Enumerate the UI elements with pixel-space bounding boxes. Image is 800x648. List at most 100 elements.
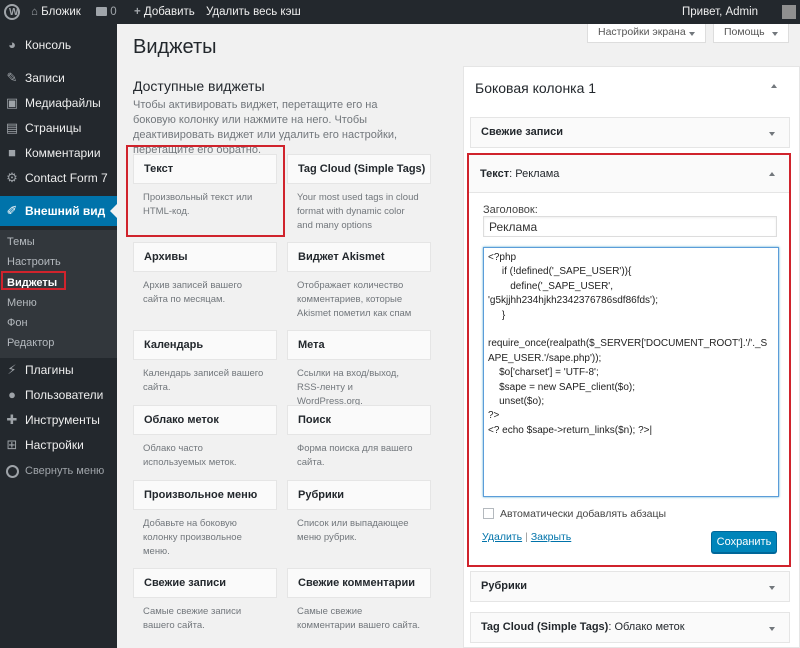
widget-title: Поиск xyxy=(287,405,431,435)
menu-item-users[interactable]: ● Пользователи xyxy=(0,382,117,408)
widget-search[interactable]: Поиск Форма поиска для вашего сайта. xyxy=(287,405,431,470)
media-icon: ▣ xyxy=(5,95,19,110)
widget-calendar[interactable]: Календарь Календарь записей вашего сайта… xyxy=(133,330,277,395)
open-widget-header[interactable]: Текст: Реклама xyxy=(469,155,789,193)
help-button[interactable]: Помощь xyxy=(713,24,789,43)
title-field-label: Заголовок: xyxy=(483,204,538,216)
menu-item-pages[interactable]: ▤ Страницы xyxy=(0,115,117,141)
widget-title: Виджет Akismet xyxy=(287,242,431,272)
widget-control-links: Удалить | Закрыть xyxy=(482,531,571,543)
collapse-menu-button[interactable]: Свернуть меню xyxy=(0,458,117,484)
user-icon: ● xyxy=(8,387,16,402)
sidebar-widget-tag-cloud[interactable]: Tag Cloud (Simple Tags): Облако меток xyxy=(470,612,790,643)
add-new-label: Добавить xyxy=(143,6,195,18)
admin-bar: W ⌂ Бложик 0 + Добавить Удалить весь кэш… xyxy=(0,0,800,24)
widget-description: Ссылки на вход/выход, RSS-ленту и WordPr… xyxy=(297,368,399,407)
widget-custom-menu[interactable]: Произвольное меню Добавьте на боковую ко… xyxy=(133,480,277,559)
submenu-item-menus[interactable]: Меню xyxy=(7,293,37,313)
widget-tag-cloud[interactable]: Облако меток Облако часто используемых м… xyxy=(133,405,277,470)
widget-tag-cloud-simple-tags[interactable]: Tag Cloud (Simple Tags) Your most used t… xyxy=(287,154,431,233)
screen-options-label: Настройки экрана xyxy=(598,26,686,38)
purge-cache-link[interactable]: Удалить весь кэш xyxy=(206,0,301,24)
chevron-down-icon[interactable] xyxy=(769,132,775,136)
widget-description: Форма поиска для вашего сайта. xyxy=(297,443,413,468)
close-link[interactable]: Закрыть xyxy=(531,531,571,543)
menu-label: Инструменты xyxy=(25,413,100,427)
widget-instance-title: : Реклама xyxy=(509,168,560,180)
site-name: Бложик xyxy=(41,6,81,18)
comments-link[interactable]: 0 xyxy=(96,0,117,24)
site-name-link[interactable]: ⌂ Бложик xyxy=(31,0,81,24)
comments-icon: ■ xyxy=(8,145,16,160)
save-button[interactable]: Сохранить xyxy=(711,531,777,553)
menu-label: Настройки xyxy=(25,438,84,452)
widget-archives[interactable]: Архивы Архив записей вашего сайта по мес… xyxy=(133,242,277,307)
chevron-down-icon[interactable] xyxy=(769,586,775,590)
wrench-icon: ✚ xyxy=(6,412,18,427)
add-new-link[interactable]: + Добавить xyxy=(134,0,195,24)
avatar[interactable] xyxy=(782,5,796,19)
widget-title: Мета xyxy=(287,330,431,360)
gear-icon: ⚙ xyxy=(6,170,18,185)
widget-recent-comments[interactable]: Свежие комментарии Самые свежие коммента… xyxy=(287,568,431,633)
widget-title: Произвольное меню xyxy=(133,480,277,510)
menu-item-tools[interactable]: ✚ Инструменты xyxy=(0,407,117,433)
menu-label: Комментарии xyxy=(25,146,101,160)
widget-meta[interactable]: Мета Ссылки на вход/выход, RSS-ленту и W… xyxy=(287,330,431,409)
chevron-up-icon[interactable] xyxy=(769,172,775,176)
widget-type: Текст xyxy=(480,168,510,180)
auto-paragraph-checkbox[interactable]: Автоматически добавлять абзацы xyxy=(483,508,666,520)
menu-label: Плагины xyxy=(25,363,74,377)
menu-item-contact-form[interactable]: ⚙ Contact Form 7 xyxy=(0,165,117,191)
widget-title: Календарь xyxy=(133,330,277,360)
delete-link[interactable]: Удалить xyxy=(482,531,522,543)
widget-description: Облако часто используемых меток. xyxy=(143,443,237,468)
widget-description: Календарь записей вашего сайта. xyxy=(143,368,264,393)
widget-recent-posts[interactable]: Свежие записи Самые свежие записи вашего… xyxy=(133,568,277,633)
menu-item-posts[interactable]: ✎ Записи xyxy=(0,65,117,91)
dashboard-icon: ◕ xyxy=(8,37,16,52)
greeting-link[interactable]: Привет, Admin xyxy=(682,0,758,24)
settings-icon: ⊞ xyxy=(6,437,18,452)
paintbrush-icon: ✐ xyxy=(6,203,18,218)
chevron-down-icon xyxy=(772,32,778,36)
sidebar-title[interactable]: Боковая колонка 1 xyxy=(475,80,596,96)
sidebar-widget-recent-posts[interactable]: Свежие записи xyxy=(470,117,790,148)
widget-title: Рубрики xyxy=(287,480,431,510)
auto-paragraph-label: Автоматически добавлять абзацы xyxy=(500,508,667,520)
submenu-item-background[interactable]: Фон xyxy=(7,313,28,333)
wordpress-logo-icon[interactable]: W xyxy=(4,0,22,24)
menu-item-media[interactable]: ▣ Медиафайлы xyxy=(0,90,117,116)
menu-label: Записи xyxy=(25,71,65,85)
menu-item-comments[interactable]: ■ Комментарии xyxy=(0,140,117,166)
submenu-item-themes[interactable]: Темы xyxy=(7,232,35,252)
widget-akismet[interactable]: Виджет Akismet Отображает количество ком… xyxy=(287,242,431,321)
comments-count: 0 xyxy=(110,6,117,18)
widget-description: Добавьте на боковую колонку произвольное… xyxy=(143,518,242,557)
widget-description: Your most used tags in cloud format with… xyxy=(297,192,419,231)
content-textarea[interactable]: <?php if (!defined('_SAPE_USER')){ defin… xyxy=(483,247,779,497)
sidebar-widget-title: Рубрики xyxy=(481,580,527,592)
highlight-box-text-widget xyxy=(126,145,285,237)
collapse-sidebar-icon[interactable] xyxy=(771,84,777,88)
help-label: Помощь xyxy=(724,26,765,38)
widget-description: Список или выпадающее меню рубрик. xyxy=(297,518,409,543)
collapse-arrow-icon xyxy=(6,465,19,478)
chevron-down-icon xyxy=(689,32,695,36)
widget-categories[interactable]: Рубрики Список или выпадающее меню рубри… xyxy=(287,480,431,545)
chevron-down-icon[interactable] xyxy=(769,627,775,631)
menu-item-plugins[interactable]: ⚡ Плагины xyxy=(0,357,117,383)
title-field[interactable] xyxy=(483,216,777,237)
submenu-item-editor[interactable]: Редактор xyxy=(7,333,54,353)
sidebar-widget-text-open: Текст: Реклама Заголовок: <?php if (!def… xyxy=(467,153,791,567)
menu-item-console[interactable]: ◕ Консоль xyxy=(0,32,117,58)
screen-options-button[interactable]: Настройки экрана xyxy=(587,24,706,43)
widget-title: Облако меток xyxy=(133,405,277,435)
menu-item-settings[interactable]: ⊞ Настройки xyxy=(0,432,117,458)
highlight-box-widgets xyxy=(1,271,66,290)
pages-icon: ▤ xyxy=(5,120,19,135)
submenu-item-customize[interactable]: Настроить xyxy=(7,252,61,272)
menu-item-appearance[interactable]: ✐ Внешний вид xyxy=(0,196,117,226)
sidebar-widget-rubrics[interactable]: Рубрики xyxy=(470,571,790,602)
checkbox[interactable] xyxy=(483,508,494,519)
